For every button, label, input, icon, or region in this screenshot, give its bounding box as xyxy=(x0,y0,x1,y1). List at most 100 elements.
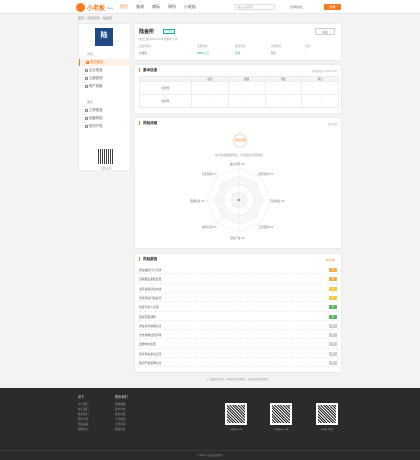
verified-badge: 已认证 xyxy=(163,29,175,34)
field-legal-rep: 法定代表人 计葵生 xyxy=(139,44,152,55)
risk-item-text: 知识产权质押信息 xyxy=(139,361,162,365)
top-navigation-bar: 小老板 Beta 首页 查询 商标 律所 小老板 输入关键词 咨询热线： 登录 xyxy=(0,0,420,14)
sidebar-item-label: 企业信息 xyxy=(89,68,103,72)
risk-item-text: 存在对外担保信息 xyxy=(139,323,162,328)
risk-item[interactable]: 历史存在行政处罚 中 xyxy=(139,294,339,303)
table-cell: 陆金所 xyxy=(138,81,193,95)
logo-icon xyxy=(76,3,85,12)
sidebar-item-label: 经营风险 xyxy=(89,116,103,120)
nav-item-home[interactable]: 首页 xyxy=(120,4,128,10)
radar-dimension-label: 知识产权 0.0 xyxy=(230,236,245,240)
company-logo: 陆 xyxy=(95,28,113,46)
sidebar-item-case[interactable]: 立案查询 xyxy=(79,75,132,82)
risk-rating-section: 风险评级 查看详情 风险评级 综合多维数据评估，分值越高风险越低 股东背景 0.… xyxy=(134,117,342,249)
sidebar-item-label: 立案查询 xyxy=(89,76,103,80)
table-cell: - xyxy=(301,94,339,108)
sidebar-item-label: 知识产权 xyxy=(89,124,103,128)
field-value: - xyxy=(305,51,306,54)
risk-item[interactable]: 法定代表人变更 低 xyxy=(139,303,339,312)
risk-item[interactable]: 注册地址变更 提示 xyxy=(139,340,339,349)
field-capital: 注册资本 83667万元 xyxy=(197,44,209,55)
risk-report-section: 风险报告 共12条 存在被执行人记录高近期发生股权变更高涉及多起诉讼纠纷 中历史存… xyxy=(134,253,342,373)
radar-dimension-label: 行业风险 0.0 xyxy=(201,173,217,177)
follow-button[interactable]: 关注 xyxy=(315,28,335,35)
footer-qr-caption: 小老板小程序 xyxy=(320,429,334,431)
table-cell: - xyxy=(227,81,266,95)
nav-item-lawfirm[interactable]: 律所 xyxy=(168,4,176,10)
table-cell: - xyxy=(191,94,229,108)
risk-item[interactable]: 经营范围调整 低 xyxy=(139,313,339,321)
risk-level-badge: 中 xyxy=(329,286,337,291)
field-score: 风险评分 暂无 xyxy=(271,44,281,55)
sidebar-item-label: 工商信息 xyxy=(89,108,103,112)
radar-dimension-label: 舆情信息 0.0 xyxy=(190,199,205,203)
field-value: 83667万元 xyxy=(197,52,210,55)
sidebar-item-asset[interactable]: 财产线索 xyxy=(79,83,132,90)
table-cell: - xyxy=(227,94,266,108)
radar-dimension-label: 经营状况 0.0 xyxy=(258,173,273,177)
sidebar-item-ip[interactable]: 知识产权 xyxy=(79,123,132,130)
sidebar-item-info[interactable]: 企业信息 xyxy=(79,67,132,74)
radar-grid xyxy=(206,167,272,233)
footer-col-contact-title: 联系我们 xyxy=(115,395,128,399)
risk-item[interactable]: 涉及多起诉讼纠纷 中 xyxy=(139,285,339,293)
field-label: 法定代表人 xyxy=(139,45,152,48)
nav-item-search[interactable]: 查询 xyxy=(136,4,144,10)
table-cell: - xyxy=(191,81,229,95)
company-header-card: 陆金所 已认证 关注 成立日期 2011-09-29 注册地 上海 法定代表人计… xyxy=(134,23,342,61)
sidebar-item-business[interactable]: 工商信息 xyxy=(79,107,132,114)
logo-sub: Beta xyxy=(107,5,114,10)
report-icon xyxy=(86,61,89,64)
risk-level-badge: 提示 xyxy=(329,333,337,338)
risk-item[interactable]: 分支机构经营异常 提示 xyxy=(139,331,339,340)
risk-item-text: 分支机构经营异常 xyxy=(139,333,162,338)
risk-count: 共12条 xyxy=(325,258,335,262)
ip-icon xyxy=(85,125,88,128)
nav-item-boss[interactable]: 小老板 xyxy=(184,4,196,10)
case-icon xyxy=(85,77,88,80)
risk-level-badge: 提示 xyxy=(329,361,337,365)
footer-col-about-title: 关于 xyxy=(78,395,85,399)
radar-dimension-label: 工商变更 0.0 xyxy=(258,225,273,229)
risk-item[interactable]: 近期发生股权变更 高 xyxy=(139,275,339,284)
risk-item[interactable]: 知识产权质押信息 提示 xyxy=(139,359,339,368)
risk-item[interactable]: 商标存在争议记录 提示 xyxy=(139,350,339,359)
sidebar-item-operation[interactable]: 经营风险 xyxy=(79,115,132,122)
operation-icon xyxy=(85,117,88,120)
risk-item-text: 历史存在行政处罚 xyxy=(139,295,162,300)
company-name: 陆金所 xyxy=(139,29,155,35)
sidebar-item-report[interactable]: 风险报告 xyxy=(79,59,132,66)
rating-score-circle: 风险评级 xyxy=(233,134,247,148)
risk-item[interactable]: 存在被执行人记录 高 xyxy=(139,266,339,275)
login-button[interactable]: 登录 xyxy=(324,4,341,10)
site-logo[interactable]: 小老板 Beta xyxy=(76,3,113,12)
risk-level-badge: 高 xyxy=(329,268,337,272)
footer-link[interactable]: 帮助中心 xyxy=(78,427,88,432)
info-icon xyxy=(85,69,88,72)
disclaimer: 以上数据仅供参考，不构成任何投资建议，如有疑问请联系客服。 xyxy=(206,379,270,381)
search-input[interactable]: 输入关键词 xyxy=(235,4,275,10)
footer-contact-list: 客服邮箱 商务合作 联系电话 公司地址 工作时间 备案信息 xyxy=(115,402,125,432)
basic-info-table: 项目 数值 同比 评分 陆金所 - - - - 陆金所 - - - - xyxy=(138,76,339,108)
section-note: 数据更新于 2019-07-10 xyxy=(312,70,337,73)
risk-level-badge: 高 xyxy=(329,277,337,282)
field-label: 风险评分 xyxy=(271,45,282,48)
basic-info-section: 基本信息 数据更新于 2019-07-10 项目 数值 同比 评分 陆金所 - … xyxy=(134,64,342,114)
footer-qr-wechat xyxy=(225,403,247,425)
section-title: 风险评级 xyxy=(139,121,157,125)
radar-dimension-label: 司法诉讼 0.0 xyxy=(270,199,285,203)
field-label: 同比 xyxy=(305,45,311,48)
details-link[interactable]: 查看详情 xyxy=(327,122,337,126)
copyright: © 2019 小老板 版权所有 xyxy=(0,450,420,457)
risk-level-badge: 提示 xyxy=(329,323,337,328)
radar-dimension-label: 股东背景 0.0 xyxy=(230,162,245,166)
company-meta: 成立日期 2011-09-29 注册地 上海 xyxy=(139,38,178,41)
table-cell: - xyxy=(264,94,303,108)
footer-qr-miniapp xyxy=(316,403,338,425)
nav-item-trademark[interactable]: 商标 xyxy=(152,4,160,10)
section-title: 风险报告 xyxy=(139,257,157,261)
risk-item-text: 涉及多起诉讼纠纷 xyxy=(139,286,162,291)
footer: 关于 关于我们 加入我们 联系我们 服务条款 隐私政策 帮助中心 联系我们 客服邮箱 商务合… xyxy=(0,388,420,460)
footer-qr-caption: 小老板公众号 xyxy=(229,429,243,431)
risk-item[interactable]: 存在对外担保信息 提示 xyxy=(139,322,339,331)
